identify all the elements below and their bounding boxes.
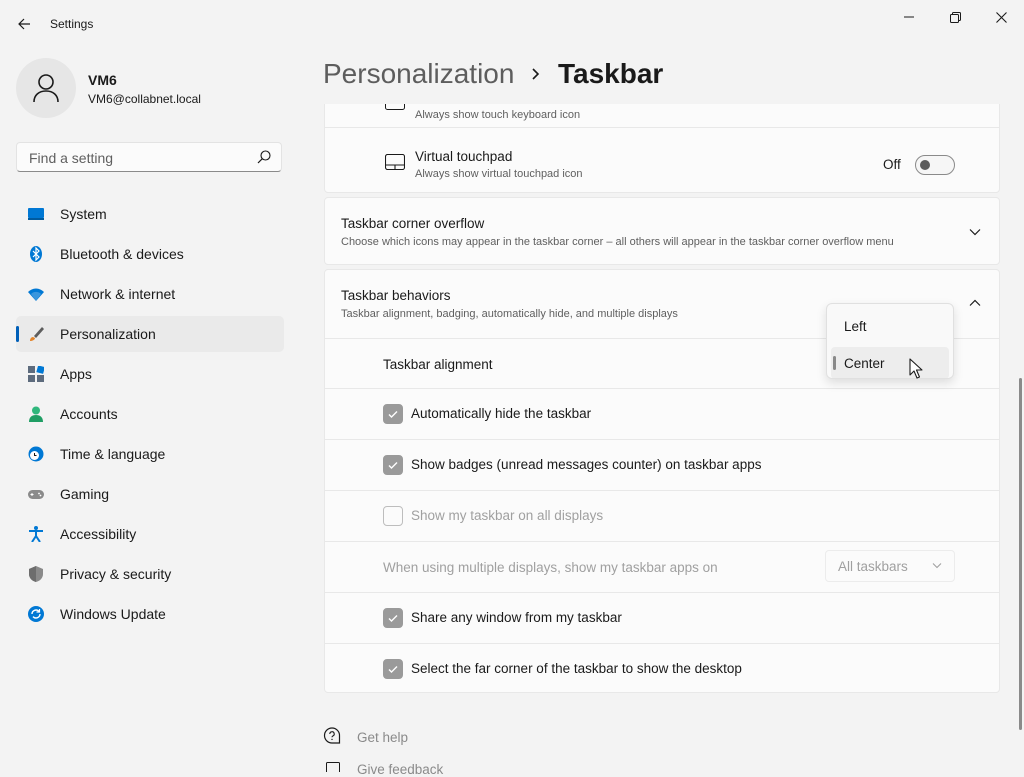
corner-overflow-title: Taskbar corner overflow	[341, 216, 485, 231]
restore-icon	[949, 11, 961, 23]
divider	[325, 127, 999, 128]
taskbar-alignment-label: Taskbar alignment	[383, 357, 493, 372]
all-displays-checkbox[interactable]	[383, 506, 403, 526]
alignment-option-left[interactable]: Left	[831, 310, 949, 342]
share-window-checkbox[interactable]	[383, 608, 403, 628]
multi-display-label: When using multiple displays, show my ta…	[383, 560, 718, 575]
divider	[325, 643, 999, 644]
virtual-touchpad-title: Virtual touchpad	[415, 149, 513, 164]
title-bar: Settings	[0, 0, 1024, 48]
alignment-option-center[interactable]: Center	[831, 347, 949, 378]
checkmark-icon	[388, 411, 398, 418]
scrollbar-thumb[interactable]	[1019, 378, 1022, 730]
multi-display-select[interactable]: All taskbars	[825, 550, 955, 582]
checkmark-icon	[388, 462, 398, 469]
back-button[interactable]	[10, 10, 38, 38]
option-label: Left	[844, 319, 867, 334]
option-label: Center	[844, 356, 885, 371]
chevron-right-icon	[532, 68, 540, 80]
divider	[325, 541, 999, 542]
far-corner-label: Select the far corner of the taskbar to …	[411, 661, 742, 676]
chevron-down-icon[interactable]	[969, 228, 981, 236]
badges-label: Show badges (unread messages counter) on…	[411, 457, 762, 472]
divider	[325, 439, 999, 440]
multi-display-value: All taskbars	[838, 559, 908, 574]
close-icon	[995, 11, 1007, 23]
all-displays-label: Show my taskbar on all displays	[411, 508, 604, 523]
corner-overflow-subtitle: Choose which icons may appear in the tas…	[341, 236, 894, 248]
checkmark-icon	[388, 615, 398, 622]
content-area: Always show touch keyboard icon Off Virt…	[0, 104, 1024, 768]
page-title: Taskbar	[558, 58, 664, 89]
divider	[325, 592, 999, 593]
virtual-touchpad-state: Off	[883, 157, 901, 172]
divider	[325, 388, 999, 389]
app-title: Settings	[50, 17, 94, 31]
virtual-touchpad-toggle[interactable]	[915, 155, 955, 175]
taskbar-behaviors-title: Taskbar behaviors	[341, 288, 451, 303]
taskbar-behaviors-subtitle: Taskbar alignment, badging, automaticall…	[341, 308, 678, 320]
maximize-button[interactable]	[932, 4, 978, 30]
chevron-up-icon[interactable]	[969, 299, 981, 307]
toggle-knob	[920, 160, 930, 170]
close-button[interactable]	[978, 4, 1024, 30]
badges-checkbox[interactable]	[383, 455, 403, 475]
checkmark-icon	[388, 666, 398, 673]
mouse-cursor-icon	[909, 358, 923, 379]
get-help-link[interactable]: Get help	[357, 730, 408, 745]
chevron-down-icon	[932, 563, 942, 569]
person-icon	[33, 74, 59, 103]
help-icon[interactable]	[323, 727, 341, 745]
minimize-button[interactable]	[886, 4, 932, 30]
auto-hide-label: Automatically hide the taskbar	[411, 406, 592, 421]
feedback-icon[interactable]	[326, 762, 340, 772]
minimize-icon	[904, 16, 914, 18]
back-arrow-icon	[18, 18, 30, 30]
account-name: VM6	[88, 72, 117, 88]
corner-overflow-card[interactable]: Taskbar corner overflow Choose which ico…	[324, 197, 1000, 265]
taskbar-alignment-menu: Left Center	[826, 303, 954, 379]
auto-hide-checkbox[interactable]	[383, 404, 403, 424]
virtual-touchpad-subtitle: Always show virtual touchpad icon	[415, 168, 583, 180]
share-window-label: Share any window from my taskbar	[411, 610, 622, 625]
corner-icons-card: Always show touch keyboard icon Off Virt…	[324, 104, 1000, 193]
divider	[325, 490, 999, 491]
breadcrumb-parent[interactable]: Personalization	[323, 58, 514, 90]
keyboard-icon	[385, 104, 405, 110]
touchpad-icon	[385, 154, 405, 170]
touch-keyboard-subtitle: Always show touch keyboard icon	[415, 109, 581, 121]
far-corner-checkbox[interactable]	[383, 659, 403, 679]
give-feedback-link[interactable]: Give feedback	[357, 762, 443, 777]
